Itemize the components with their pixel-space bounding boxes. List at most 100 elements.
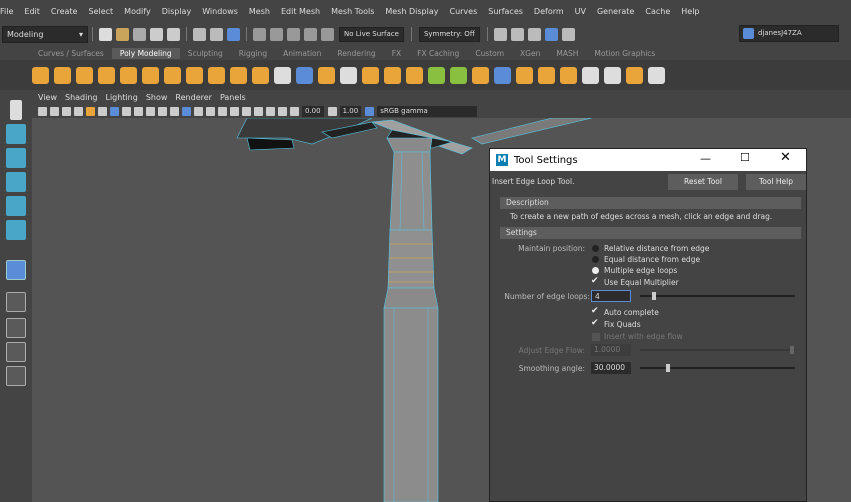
- shelf-tab-motion-graphics[interactable]: Motion Graphics: [586, 48, 663, 59]
- shelf-tab-poly-modeling[interactable]: Poly Modeling: [111, 47, 180, 59]
- color-management-icon[interactable]: [365, 106, 375, 116]
- gate-mask-icon[interactable]: [134, 106, 143, 116]
- new-scene-icon[interactable]: [99, 27, 112, 41]
- menu-deform[interactable]: Deform: [534, 7, 564, 16]
- paint-select-icon[interactable]: [6, 148, 26, 168]
- pause-icon[interactable]: [561, 27, 575, 41]
- xray-icon[interactable]: [254, 106, 263, 116]
- safe-action-icon[interactable]: [146, 106, 155, 116]
- smoothing-angle-field[interactable]: 30.0000: [591, 362, 631, 374]
- shelf-tab-animation[interactable]: Animation: [275, 48, 329, 59]
- reset-tool-button[interactable]: Reset Tool: [668, 174, 738, 190]
- menu-create[interactable]: Create: [51, 7, 78, 16]
- shelf-tab-custom[interactable]: Custom: [467, 48, 512, 59]
- extrude-icon[interactable]: [406, 66, 423, 84]
- poly-cone-icon[interactable]: [98, 66, 115, 84]
- panel-menu-renderer[interactable]: Renderer: [175, 93, 212, 102]
- menu-mesh[interactable]: Mesh: [249, 7, 270, 16]
- snap-surface-icon[interactable]: [321, 27, 334, 41]
- boolean-icon[interactable]: [384, 66, 401, 84]
- tool-help-button[interactable]: Tool Help: [746, 174, 806, 190]
- multi-cut-icon[interactable]: [494, 66, 511, 84]
- num-loops-slider[interactable]: [640, 295, 795, 297]
- menu-curves[interactable]: Curves: [449, 7, 477, 16]
- menu-display[interactable]: Display: [162, 7, 192, 16]
- gamma-field[interactable]: 1.00: [339, 105, 362, 117]
- snap-grid-icon[interactable]: [253, 27, 266, 41]
- image-plane-icon[interactable]: [74, 106, 83, 116]
- smooth-shade-icon[interactable]: [170, 106, 179, 116]
- exposure-icon[interactable]: [290, 106, 299, 116]
- ambient-occlusion-icon[interactable]: [230, 106, 239, 116]
- num-loops-slider-handle[interactable]: [652, 292, 657, 300]
- single-view-icon[interactable]: [6, 260, 26, 280]
- svg-tool-icon[interactable]: [252, 66, 269, 84]
- menu-mesh-tools[interactable]: Mesh Tools: [331, 7, 374, 16]
- shelf-tab-mash[interactable]: MASH: [548, 48, 586, 59]
- menu-uv[interactable]: UV: [575, 7, 586, 16]
- type-tool-icon[interactable]: [230, 66, 247, 84]
- poly-disc-icon[interactable]: [164, 66, 181, 84]
- gamma-icon[interactable]: [327, 106, 337, 116]
- four-view-icon[interactable]: [6, 292, 26, 312]
- description-header[interactable]: Description: [500, 197, 801, 209]
- menu-windows[interactable]: Windows: [202, 7, 238, 16]
- lasso-tool-icon[interactable]: [6, 124, 26, 144]
- combine-icon[interactable]: [274, 66, 291, 84]
- grease-pencil-icon[interactable]: [86, 106, 95, 116]
- poly-plane-icon[interactable]: [142, 66, 159, 84]
- smooth-icon[interactable]: [318, 66, 335, 84]
- select-hierarchy-icon[interactable]: [193, 27, 206, 41]
- radio-equal[interactable]: [592, 256, 599, 263]
- shelf-tab-rendering[interactable]: Rendering: [329, 48, 383, 59]
- menu-modify[interactable]: Modify: [124, 7, 151, 16]
- lights-icon[interactable]: [206, 106, 215, 116]
- wireframe-on-shaded-icon[interactable]: [182, 106, 191, 116]
- window-titlebar[interactable]: M Tool Settings: [490, 149, 806, 171]
- bookmark-icon[interactable]: [62, 106, 71, 116]
- connect-icon[interactable]: [538, 66, 555, 84]
- panel-menu-show[interactable]: Show: [146, 93, 168, 102]
- fix-quads-checkbox[interactable]: [591, 318, 600, 329]
- menu-select[interactable]: Select: [88, 7, 113, 16]
- outliner-icon[interactable]: [6, 366, 26, 386]
- menu-surfaces[interactable]: Surfaces: [488, 7, 523, 16]
- maximize-icon[interactable]: ☐: [740, 151, 750, 164]
- menu-help[interactable]: Help: [681, 7, 699, 16]
- poly-cylinder-icon[interactable]: [76, 66, 93, 84]
- rotate-tool-icon[interactable]: [6, 196, 26, 216]
- grid-icon[interactable]: [98, 106, 107, 116]
- mode-dropdown[interactable]: Modeling ▾: [2, 25, 88, 43]
- persp-graph-icon[interactable]: [6, 342, 26, 362]
- poly-cube-icon[interactable]: [54, 66, 71, 84]
- extract-icon[interactable]: [340, 66, 357, 84]
- color-space-dropdown[interactable]: sRGB gamma: [377, 105, 478, 117]
- reduce-icon[interactable]: [604, 66, 621, 84]
- xray-joints-icon[interactable]: [266, 106, 275, 116]
- menu-edit[interactable]: Edit: [24, 7, 40, 16]
- isolate-select-icon[interactable]: [242, 106, 251, 116]
- target-weld-icon[interactable]: [516, 66, 533, 84]
- hypershade-icon[interactable]: [544, 27, 558, 41]
- backface-icon[interactable]: [278, 106, 287, 116]
- camera-attr-icon[interactable]: [50, 106, 59, 116]
- separate-icon[interactable]: [296, 66, 313, 84]
- auto-complete-checkbox[interactable]: [591, 306, 600, 317]
- panel-menu-view[interactable]: View: [38, 93, 57, 102]
- wireframe-icon[interactable]: [158, 106, 167, 116]
- open-scene-icon[interactable]: [116, 27, 129, 41]
- select-tool-icon[interactable]: [10, 100, 22, 120]
- persp-outliner-icon[interactable]: [6, 318, 26, 338]
- menu-file[interactable]: File: [0, 7, 13, 16]
- minimize-icon[interactable]: —: [700, 152, 711, 165]
- redo-icon[interactable]: [167, 27, 180, 41]
- snap-curve-icon[interactable]: [270, 27, 283, 41]
- quad-draw-icon[interactable]: [626, 66, 643, 84]
- shadows-icon[interactable]: [218, 106, 227, 116]
- shelf-tab-curves-surfaces[interactable]: Curves / Surfaces: [30, 48, 112, 59]
- settings-header[interactable]: Settings: [500, 227, 801, 239]
- menu-edit-mesh[interactable]: Edit Mesh: [281, 7, 320, 16]
- smoothing-angle-slider-handle[interactable]: [666, 364, 671, 372]
- append-icon[interactable]: [472, 66, 489, 84]
- bevel-icon[interactable]: [450, 66, 467, 84]
